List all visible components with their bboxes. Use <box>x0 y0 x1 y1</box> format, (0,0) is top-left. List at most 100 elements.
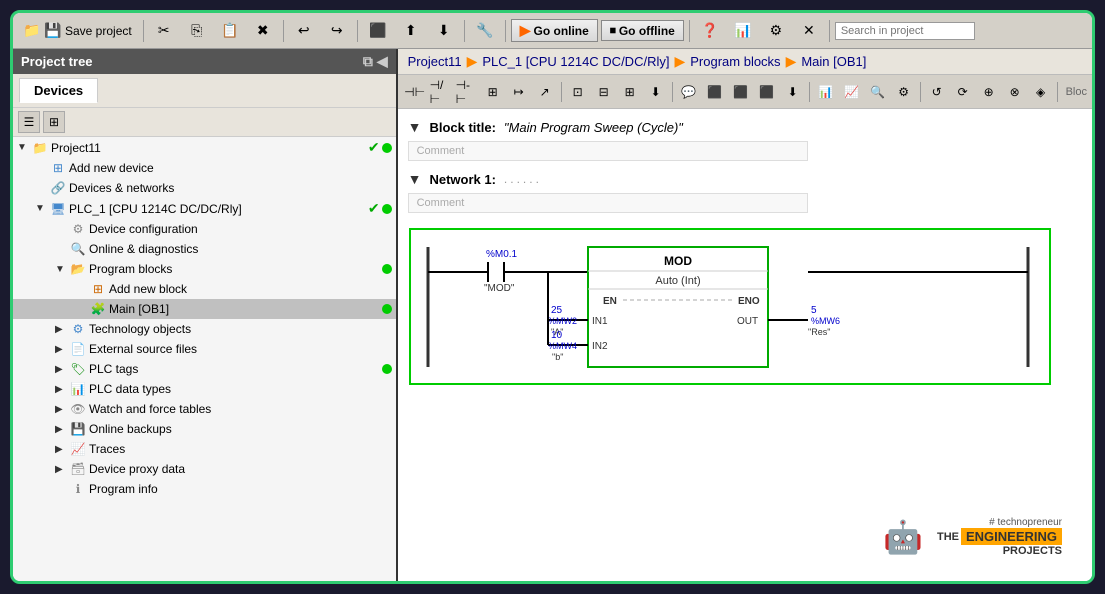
et-btn-junction[interactable]: ⊞ <box>618 80 642 104</box>
tree-item-ext-source[interactable]: ▶ 📄 External source files <box>13 339 396 359</box>
svg-text:25: 25 <box>551 305 563 316</box>
tree-item-program-blocks[interactable]: ▼ 📂 Program blocks <box>13 259 396 279</box>
tree-item-devices-networks[interactable]: 🔗 Devices & networks <box>13 178 396 198</box>
tree-item-traces[interactable]: ▶ 📈 Traces <box>13 439 396 459</box>
expand-tech-icon: ▶ <box>55 324 67 335</box>
tree-item-device-config[interactable]: ⚙ Device configuration <box>13 219 396 239</box>
et-btn-monitor4[interactable]: ⚙ <box>892 80 916 104</box>
tech-objects-icon: ⚙ <box>70 321 86 337</box>
svg-text:IN2: IN2 <box>592 341 608 352</box>
et-btn-parallel[interactable]: ⊡ <box>566 80 590 104</box>
et-btn-rung[interactable]: ↗ <box>533 80 557 104</box>
et-btn-nc[interactable]: ⊣/⊢ <box>429 80 453 104</box>
tb-btn4[interactable]: 🔧 <box>470 19 500 43</box>
online-diag-icon: 🔍 <box>70 241 86 257</box>
tree-item-online-backups[interactable]: ▶ 💾 Online backups <box>13 419 396 439</box>
tree-item-plc-tags[interactable]: ▶ 🏷 PLC tags <box>13 359 396 379</box>
expand-traces-icon: ▶ <box>55 444 67 455</box>
tree-item-watch-force[interactable]: ▶ 👁 Watch and force tables <box>13 399 396 419</box>
network-comment-field[interactable]: Comment <box>408 193 808 213</box>
et-btn-monitor3[interactable]: 🔍 <box>866 80 890 104</box>
svg-text:%MW2: %MW2 <box>548 316 577 326</box>
redo-button[interactable]: ↪ <box>322 19 352 43</box>
go-online-button[interactable]: ▶ Go online <box>511 19 598 42</box>
go-offline-button[interactable]: ⏹ Go offline <box>601 20 684 41</box>
auto-collapse-icon[interactable]: ⧉ <box>363 53 373 70</box>
delete-button[interactable]: ✖ <box>248 19 278 43</box>
tree-item-add-device[interactable]: ⊞ Add new device <box>13 158 396 178</box>
tb-btn6[interactable]: ⚙ <box>761 19 791 43</box>
tree-item-add-block[interactable]: ⊞ Add new block <box>13 279 396 299</box>
block-title-value: "Main Program Sweep (Cycle)" <box>504 120 683 135</box>
copy-button[interactable]: ⎘ <box>182 19 212 43</box>
et-btn-comment[interactable]: 💬 <box>677 80 701 104</box>
et-btn-monitor2[interactable]: 📈 <box>840 80 864 104</box>
cut-button[interactable]: ✂ <box>149 19 179 43</box>
tree-item-device-proxy[interactable]: ▶ 🗃 Device proxy data <box>13 459 396 479</box>
sep2 <box>283 20 284 42</box>
et-btn-block3[interactable]: ⬛ <box>755 80 779 104</box>
tree-item-plc-datatypes[interactable]: ▶ 📊 PLC data types <box>13 379 396 399</box>
tb-btn2[interactable]: ⬆ <box>396 19 426 43</box>
breadcrumb-project[interactable]: Project11 <box>408 54 462 69</box>
help-button[interactable]: ❓ <box>695 19 725 43</box>
ladder-svg: %M0.1 "MOD" MOD Auto (Int) <box>408 227 1068 387</box>
breadcrumb-main[interactable]: Main [OB1] <box>801 54 866 69</box>
block-comment-field[interactable]: Comment <box>408 141 808 161</box>
network-collapse-arrow[interactable]: ▼ <box>408 171 422 187</box>
et-btn-block1[interactable]: ⬛ <box>703 80 727 104</box>
breadcrumb-blocks[interactable]: Program blocks <box>690 54 780 69</box>
et-btn-misc3[interactable]: ◈ <box>1029 80 1053 104</box>
breadcrumb-plc[interactable]: PLC_1 [CPU 1214C DC/DC/Rly] <box>482 54 669 69</box>
et-btn-block2[interactable]: ⬛ <box>729 80 753 104</box>
et-btn-scroll[interactable]: ↺ <box>925 80 949 104</box>
et-btn-undo2[interactable]: ⟳ <box>951 80 975 104</box>
save-project-button[interactable]: 📁 💾 Save project <box>17 19 138 43</box>
et-btn-branch[interactable]: ⊟ <box>592 80 616 104</box>
tb-btn1[interactable]: ⬛ <box>363 19 393 43</box>
et-btn-misc2[interactable]: ⊗ <box>1003 80 1027 104</box>
right-panel: Project11 ▶ PLC_1 [CPU 1214C DC/DC/Rly] … <box>398 49 1092 581</box>
devices-tab-button[interactable]: Devices <box>19 78 98 103</box>
green-dot-2 <box>382 204 392 214</box>
tree-item-project11[interactable]: ▼ 📁 Project11 ✔ <box>13 137 396 158</box>
block-collapse-arrow[interactable]: ▼ <box>408 119 422 135</box>
tree-item-main-ob1[interactable]: 🧩 Main [OB1] <box>13 299 396 319</box>
monitor-icon: 📊 <box>734 22 752 40</box>
tree-item-program-info[interactable]: ℹ Program info <box>13 479 396 499</box>
tree-item-tech-objects[interactable]: ▶ ⚙ Technology objects <box>13 319 396 339</box>
download-icon: ⬆ <box>402 22 420 40</box>
paste-button[interactable]: 📋 <box>215 19 245 43</box>
et-btn-dl2[interactable]: ⬇ <box>781 80 805 104</box>
diagram-area[interactable]: ▼ Block title: "Main Program Sweep (Cycl… <box>398 109 1092 581</box>
undo-button[interactable]: ↩ <box>289 19 319 43</box>
program-info-icon: ℹ <box>70 481 86 497</box>
ext-source-icon: 📄 <box>70 341 86 357</box>
program-blocks-icon: 📂 <box>70 261 86 277</box>
search-input[interactable] <box>835 22 975 40</box>
et-btn-download[interactable]: ⬇ <box>644 80 668 104</box>
tree-item-plc1[interactable]: ▼ 🖥 PLC_1 [CPU 1214C DC/DC/Rly] ✔ <box>13 198 396 219</box>
project-folder-icon: 📁 <box>32 140 48 156</box>
device-proxy-icon: 🗃 <box>70 461 86 477</box>
devices-toolbar: ☰ ⊞ <box>13 108 396 137</box>
close-panel-icon[interactable]: ◀ <box>377 53 388 70</box>
et-btn-pcontact[interactable]: ⊣-⊢ <box>455 80 479 104</box>
tb-btn5[interactable]: 📊 <box>728 19 758 43</box>
et-btn-monitor1[interactable]: 📊 <box>814 80 838 104</box>
view-list-button[interactable]: ☰ <box>18 111 40 133</box>
et-btn-analog[interactable]: ⊞ <box>481 80 505 104</box>
et-btn-coil[interactable]: ↦ <box>507 80 531 104</box>
svg-text:5: 5 <box>811 305 817 316</box>
et-btn-contact[interactable]: ⊣⊢ <box>403 80 427 104</box>
view-detail-button[interactable]: ⊞ <box>43 111 65 133</box>
tb-btn3[interactable]: ⬇ <box>429 19 459 43</box>
device-config-icon: ⚙ <box>70 221 86 237</box>
et-sep1 <box>561 82 562 102</box>
tree-item-online-diag[interactable]: 🔍 Online & diagnostics <box>13 239 396 259</box>
close-button[interactable]: ✕ <box>794 19 824 43</box>
expand-ob-icon: ▶ <box>55 424 67 435</box>
download2-icon: ⬇ <box>435 22 453 40</box>
network-icon: 🔧 <box>476 22 494 40</box>
et-btn-misc1[interactable]: ⊕ <box>977 80 1001 104</box>
